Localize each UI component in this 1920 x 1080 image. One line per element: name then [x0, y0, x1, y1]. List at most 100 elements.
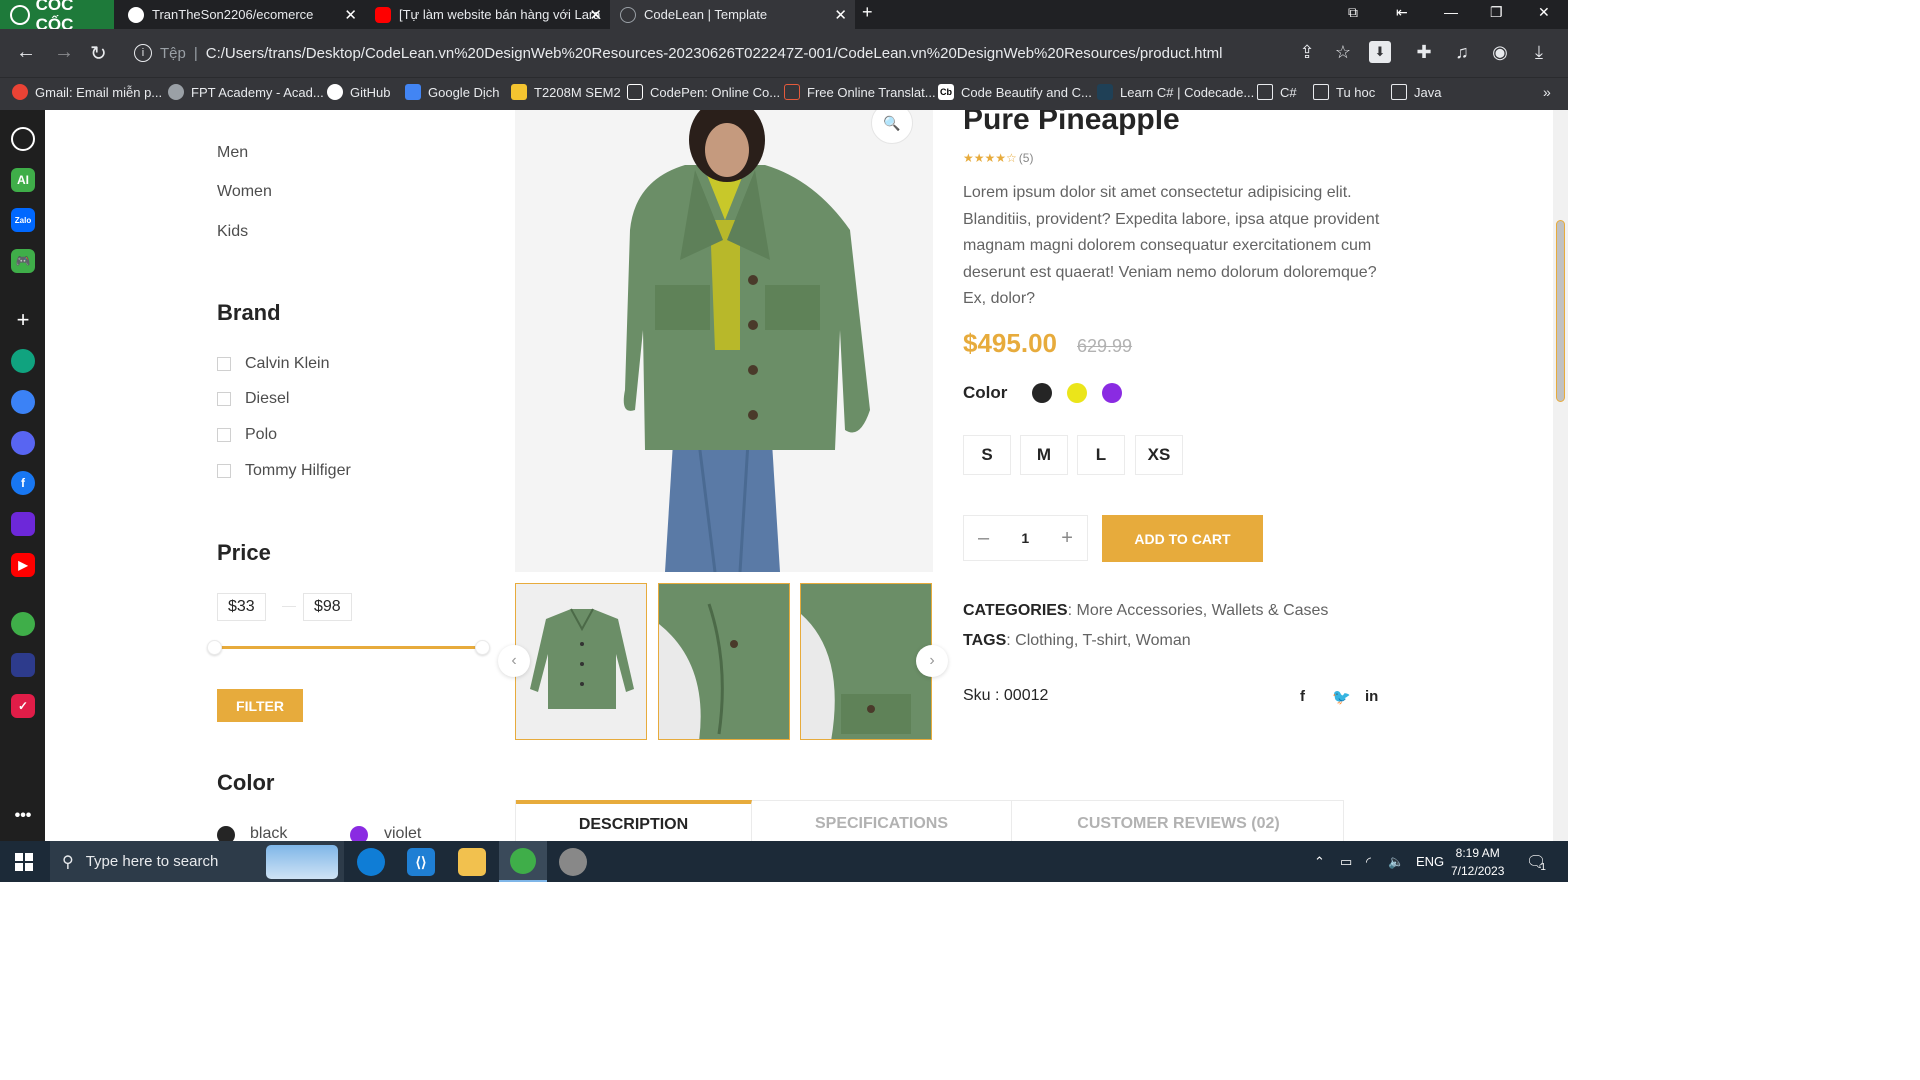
minimize-button[interactable]: —: [1444, 4, 1458, 20]
product-thumbnail-3[interactable]: [800, 583, 932, 740]
facebook-icon[interactable]: f: [11, 471, 35, 495]
bookmark-folder-tuhoc[interactable]: Tu hoc: [1313, 84, 1375, 100]
product-main-image[interactable]: [515, 110, 933, 572]
notification-icon[interactable]: 🗨 1: [1526, 841, 1546, 882]
close-window-button[interactable]: ✕: [1538, 4, 1550, 21]
brand-tommy-hilfiger[interactable]: Tommy Hilfiger: [217, 462, 351, 480]
facebook-icon[interactable]: f: [1300, 688, 1305, 705]
bookmark-translator[interactable]: Free Online Translat...: [784, 84, 936, 100]
star-icon[interactable]: ☆: [1332, 41, 1354, 63]
color-violet-label[interactable]: violet: [384, 825, 421, 841]
increase-quantity-button[interactable]: +: [1061, 527, 1073, 550]
bookmark-gmail[interactable]: Gmail: Email miễn p...: [12, 84, 162, 100]
info-icon[interactable]: i: [134, 44, 152, 62]
checkbox[interactable]: [217, 357, 231, 371]
bookmark-t2208m[interactable]: T2208M SEM2: [511, 84, 621, 100]
thumbnail-next-icon[interactable]: ›: [916, 645, 948, 677]
bookmark-codepen[interactable]: CodePen: Online Co...: [627, 84, 780, 100]
profile-icon[interactable]: ◉: [1489, 41, 1511, 63]
scrollbar-thumb[interactable]: [1556, 220, 1565, 402]
tab-customer-reviews[interactable]: CUSTOMER REVIEWS (02): [1012, 801, 1345, 841]
forward-icon[interactable]: →: [54, 41, 74, 64]
product-thumbnail-1[interactable]: [515, 583, 647, 740]
coccoc-logo[interactable]: CỐC CỐC: [0, 0, 114, 34]
paint-icon[interactable]: [559, 848, 587, 876]
brand-polo[interactable]: Polo: [217, 426, 277, 444]
extensions-icon[interactable]: ✚: [1413, 41, 1435, 63]
new-tab-button[interactable]: +: [862, 2, 873, 23]
ai-icon[interactable]: AI: [11, 168, 35, 192]
clock[interactable]: 8:19 AM 7/12/2023: [1451, 841, 1504, 882]
chatgpt-icon[interactable]: [11, 349, 35, 373]
tab-description[interactable]: DESCRIPTION: [516, 800, 752, 841]
page-scrollbar[interactable]: [1553, 110, 1568, 841]
restore-button[interactable]: ❐: [1490, 4, 1503, 21]
size-xs[interactable]: XS: [1135, 435, 1183, 475]
tab-specifications[interactable]: SPECIFICATIONS: [752, 801, 1012, 841]
price-slider-max-handle[interactable]: [475, 640, 490, 655]
edge-icon[interactable]: [357, 848, 385, 876]
youtube-icon[interactable]: ▶: [11, 553, 35, 577]
playlist-icon[interactable]: ♫: [1451, 41, 1473, 63]
max-price-input[interactable]: $98: [303, 593, 352, 621]
game-avatar-icon[interactable]: [11, 653, 35, 677]
price-slider-min-handle[interactable]: [207, 640, 222, 655]
tab-github[interactable]: TranTheSon2206/ecomerce ✕: [118, 0, 365, 29]
bookmark-codecademy[interactable]: Learn C# | Codecade...: [1097, 84, 1254, 100]
more-icon[interactable]: •••: [11, 804, 35, 828]
add-icon[interactable]: +: [11, 307, 35, 332]
coccoc-taskbar-icon[interactable]: [499, 841, 547, 882]
size-m[interactable]: M: [1020, 435, 1068, 475]
reload-icon[interactable]: ↻: [90, 41, 107, 66]
add-to-cart-button[interactable]: ADD TO CART: [1102, 515, 1263, 562]
quantity-value[interactable]: 1: [1021, 530, 1029, 546]
category-kids[interactable]: Kids: [217, 223, 248, 241]
gamepad-icon[interactable]: 🎮: [11, 249, 35, 273]
bookmark-fpt[interactable]: FPT Academy - Acad...: [168, 84, 324, 100]
twitter-icon[interactable]: 🐦: [1332, 688, 1351, 706]
filter-button[interactable]: FILTER: [217, 689, 303, 722]
color-black-swatch[interactable]: [217, 826, 235, 841]
zalo-icon[interactable]: Zalo: [11, 208, 35, 232]
category-women[interactable]: Women: [217, 183, 272, 201]
show-hidden-icons[interactable]: ⌃: [1314, 841, 1325, 882]
color-option-violet[interactable]: [1102, 383, 1122, 403]
close-icon[interactable]: ✕: [344, 6, 357, 24]
color-violet-swatch[interactable]: [350, 826, 368, 841]
product-thumbnail-2[interactable]: [658, 583, 790, 740]
decrease-quantity-button[interactable]: –: [978, 527, 989, 550]
thumbnail-prev-icon[interactable]: ‹: [498, 645, 530, 677]
bookmark-folder-csharp[interactable]: C#: [1257, 84, 1297, 100]
discord-icon[interactable]: [11, 431, 35, 455]
history-icon[interactable]: [11, 127, 35, 151]
wifi-icon[interactable]: ◜: [1366, 841, 1371, 882]
checkbox[interactable]: [217, 428, 231, 442]
url-field[interactable]: i Tệp | C:/Users/trans/Desktop/CodeLean.…: [134, 37, 1374, 69]
tab-codelean[interactable]: CodeLean | Template ✕: [610, 0, 855, 29]
extension-icon[interactable]: [11, 612, 35, 636]
color-option-black[interactable]: [1032, 383, 1052, 403]
language-indicator[interactable]: ENG: [1416, 841, 1444, 882]
screenshot-icon[interactable]: ⧉: [1348, 4, 1358, 21]
checkbox[interactable]: [217, 464, 231, 478]
color-option-yellow[interactable]: [1067, 383, 1087, 403]
battery-icon[interactable]: ▭: [1340, 841, 1352, 882]
volume-icon[interactable]: 🔈: [1388, 841, 1404, 882]
messenger-icon[interactable]: [11, 390, 35, 414]
size-s[interactable]: S: [963, 435, 1011, 475]
file-explorer-icon[interactable]: [458, 848, 486, 876]
download-page-icon[interactable]: ⬇: [1369, 41, 1391, 63]
bookmark-codebeautify[interactable]: Cb Code Beautify and C...: [938, 84, 1092, 100]
bookmark-google-translate[interactable]: Google Dịch: [405, 84, 500, 100]
brand-calvin-klein[interactable]: Calvin Klein: [217, 355, 329, 373]
vscode-icon[interactable]: ⟨⟩: [407, 848, 435, 876]
more-bookmarks-icon[interactable]: »: [1543, 84, 1551, 100]
category-men[interactable]: Men: [217, 144, 248, 162]
linkedin-icon[interactable]: in: [1365, 688, 1378, 705]
brand-diesel[interactable]: Diesel: [217, 390, 289, 408]
tab-youtube[interactable]: [Tự làm website bán hàng với Lara ✕: [365, 0, 610, 29]
back-in-time-icon[interactable]: ⇤: [1396, 4, 1408, 21]
share-icon[interactable]: ⇪: [1296, 41, 1318, 63]
size-l[interactable]: L: [1077, 435, 1125, 475]
price-slider-track[interactable]: [217, 646, 483, 649]
